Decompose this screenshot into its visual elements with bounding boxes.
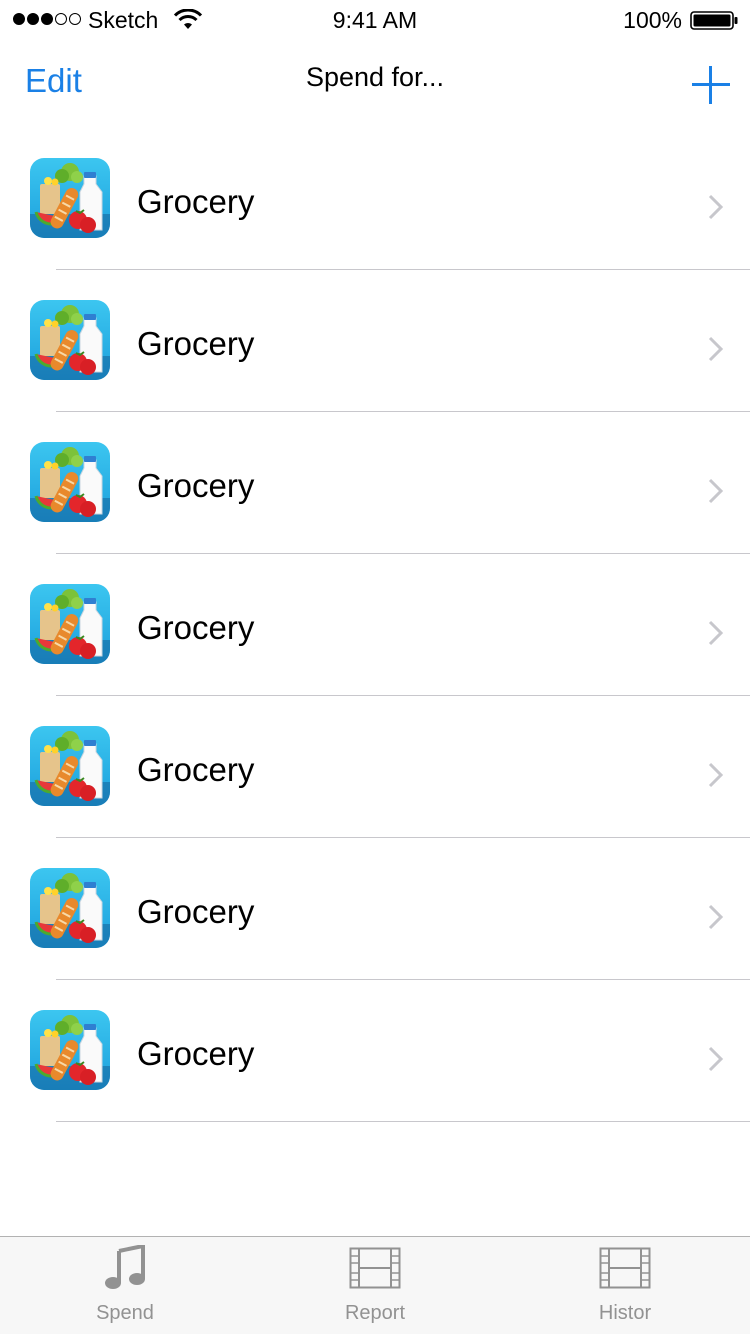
list-item-label: Grocery (137, 1035, 255, 1072)
tab-report[interactable]: Report (250, 1237, 500, 1334)
chevron-right-icon (708, 478, 724, 504)
list-item[interactable]: Grocery (0, 270, 750, 412)
list-item-label: Grocery (137, 609, 255, 646)
category-list: Grocery Grocery Grocery Grocery Grocery … (0, 128, 750, 1122)
battery-icon (690, 11, 738, 30)
list-item[interactable]: Grocery (0, 554, 750, 696)
grocery-icon (30, 442, 110, 522)
list-item[interactable]: Grocery (0, 980, 750, 1122)
list-item-label: Grocery (137, 467, 255, 504)
battery-percent: 100% (623, 7, 682, 33)
list-item-label: Grocery (137, 325, 255, 362)
list-item-label: Grocery (137, 183, 255, 220)
add-button[interactable] (692, 66, 730, 104)
film-icon (599, 1247, 651, 1289)
page-title: Spend for... (305, 62, 445, 92)
chevron-right-icon (708, 762, 724, 788)
grocery-icon (30, 300, 110, 380)
chevron-right-icon (708, 1046, 724, 1072)
grocery-icon (30, 158, 110, 238)
chevron-right-icon (708, 194, 724, 220)
screen: Sketch 9:41 AM 100% Edit Spend for... Gr… (0, 0, 750, 1334)
grocery-icon (30, 584, 110, 664)
tab-bar: Spend Report Histor (0, 1236, 750, 1334)
grocery-icon (30, 868, 110, 948)
grocery-icon (30, 726, 110, 806)
tab-spend[interactable]: Spend (0, 1237, 250, 1334)
film-icon (349, 1247, 401, 1289)
tab-history[interactable]: Histor (500, 1237, 750, 1334)
music-note-icon (105, 1245, 145, 1289)
chevron-right-icon (708, 336, 724, 362)
list-item-label: Grocery (137, 751, 255, 788)
list-item[interactable]: Grocery (0, 412, 750, 554)
tab-spend-label: Spend (96, 1302, 154, 1324)
list-item-label: Grocery (137, 893, 255, 930)
chevron-right-icon (708, 904, 724, 930)
chevron-right-icon (708, 620, 724, 646)
list-item[interactable]: Grocery (0, 696, 750, 838)
grocery-icon (30, 1010, 110, 1090)
status-bar: Sketch 9:41 AM 100% (0, 0, 750, 40)
row-separator (56, 1121, 750, 1122)
list-item[interactable]: Grocery (0, 838, 750, 980)
list-item[interactable]: Grocery (0, 128, 750, 270)
tab-report-label: Report (344, 1302, 406, 1324)
navigation-bar: Edit Spend for... (0, 40, 750, 128)
tab-history-label: Histor (598, 1302, 652, 1324)
